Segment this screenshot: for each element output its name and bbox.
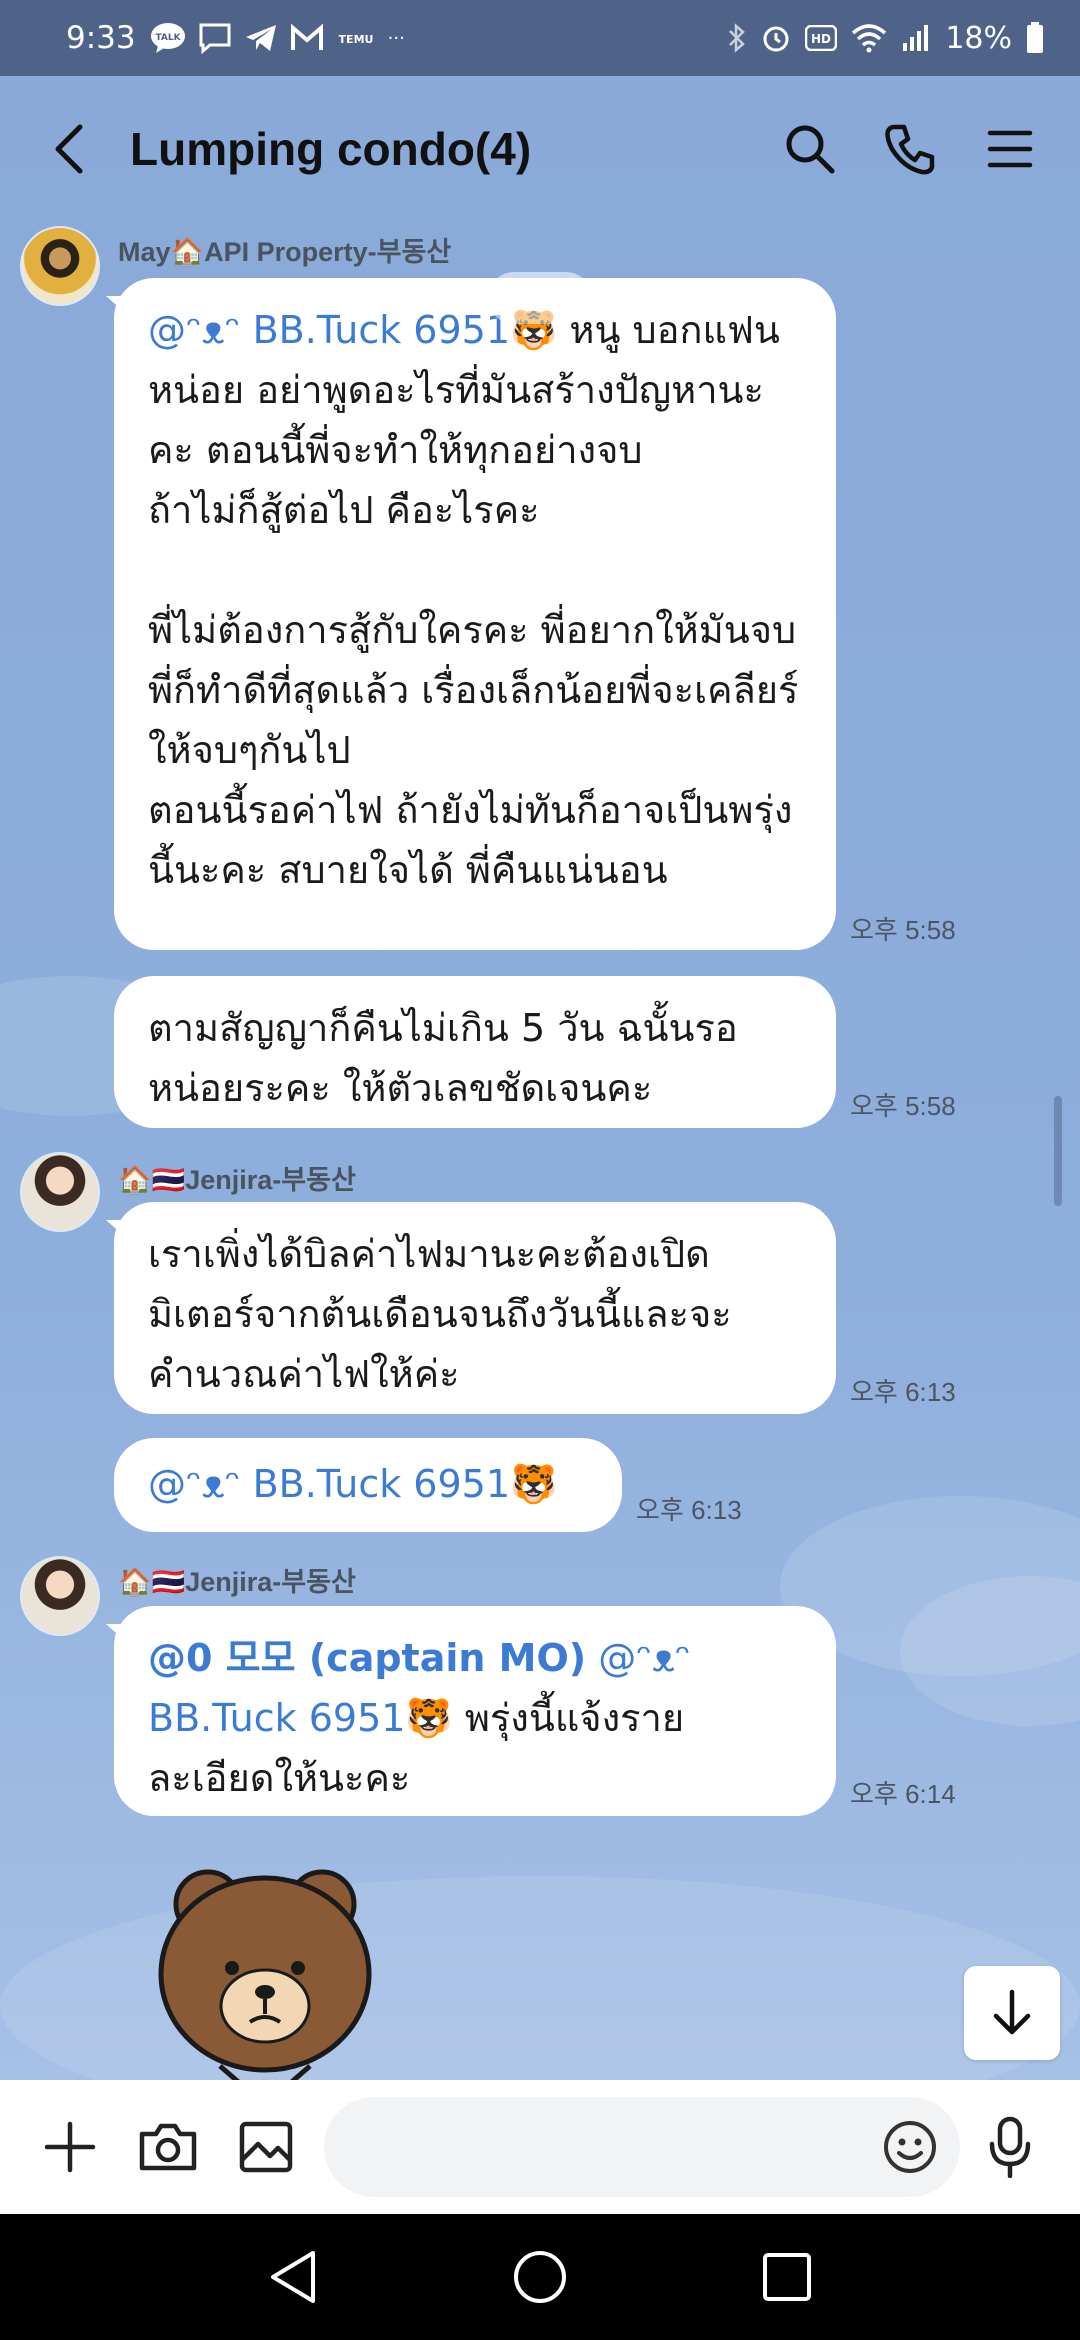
mention-captain-mo[interactable]: @0 모모 (captain MO) [148, 1636, 586, 1680]
microphone-icon [989, 2116, 1031, 2178]
avatar-jenjira[interactable] [20, 1152, 100, 1232]
telegram-icon [244, 23, 278, 53]
system-icons: HD 18% [727, 21, 1044, 56]
message-input[interactable] [324, 2097, 960, 2197]
phone-icon [885, 124, 935, 175]
message-icon [198, 22, 232, 54]
message-time: 오후 5:58 [850, 1091, 956, 1121]
message-input-bar [0, 2080, 1080, 2214]
voice-button[interactable] [970, 2107, 1050, 2187]
gmail-icon [290, 24, 324, 52]
sender-name: May🏠API Property-부동산 [118, 237, 452, 267]
chat-title: Lumping condo(4) [130, 123, 532, 175]
status-time: 9:33 [66, 20, 136, 56]
message-text: เราเพิ่งได้บิลค่าไฟมานะคะต้องเปิดมิเตอร์… [148, 1232, 732, 1396]
nav-recents-button[interactable] [747, 2237, 827, 2317]
message-input-wrapper [324, 2097, 960, 2197]
nav-home-button[interactable] [500, 2237, 580, 2317]
message-bubble[interactable]: @ᵔᴥᵔ BB.Tuck 6951🐯 หนู บอกแฟนหน่อย อย่าพ… [114, 278, 836, 950]
more-notifications-icon: ··· [387, 27, 405, 49]
notification-icons: TALK TEMU ··· [150, 22, 405, 54]
back-button[interactable] [40, 119, 100, 179]
back-arrow-icon [55, 124, 83, 174]
bluetooth-icon [727, 23, 747, 53]
talk-badge-text: TALK [155, 33, 181, 43]
gallery-button[interactable] [226, 2107, 306, 2187]
scrollbar[interactable] [1054, 1096, 1062, 1206]
menu-button[interactable] [980, 119, 1040, 179]
image-icon [239, 2121, 293, 2173]
search-button[interactable] [780, 119, 840, 179]
nav-back-icon [271, 2251, 316, 2303]
add-button[interactable] [30, 2107, 110, 2187]
message-bubble[interactable]: @0 모모 (captain MO) @ᵔᴥᵔ BB.Tuck 6951🐯 พร… [114, 1606, 836, 1816]
mention-bbtuck[interactable]: @ᵔᴥᵔ BB.Tuck 6951🐯 [148, 1462, 557, 1506]
sender-name: 🏠🇹🇭Jenjira-부동산 [118, 1567, 356, 1597]
temu-icon: TEMU [336, 23, 376, 53]
status-bar: 9:33 TALK TEMU ··· HD 18% [0, 0, 1080, 76]
message-text: ตามสัญญาก็คืนไม่เกิน 5 วัน ฉนั้นรอหน่อยร… [148, 1006, 738, 1110]
emoji-button[interactable] [880, 2117, 940, 2177]
brown-bear-sticker[interactable] [150, 1856, 380, 2080]
call-button[interactable] [880, 119, 940, 179]
message-time: 오후 6:13 [636, 1495, 742, 1525]
kakaotalk-icon: TALK [150, 22, 186, 54]
header-actions [780, 119, 1040, 179]
battery-icon [1026, 22, 1044, 54]
nav-recents-icon [762, 2253, 811, 2301]
search-icon [786, 125, 835, 174]
svg-text:HD: HD [811, 32, 831, 46]
emoji-icon [884, 2121, 936, 2173]
plus-icon [44, 2121, 96, 2173]
hd-voice-icon: HD [805, 25, 838, 51]
arrow-down-icon [993, 1989, 1031, 2035]
menu-icon [987, 130, 1033, 168]
nav-home-icon [513, 2251, 566, 2303]
temu-badge-text: TEMU [338, 33, 373, 46]
scroll-down-button[interactable] [964, 1966, 1060, 2060]
signal-icon [901, 23, 931, 53]
sender-name: 🏠🇹🇭Jenjira-부동산 [118, 1165, 356, 1195]
system-nav-bar [0, 2214, 1080, 2340]
alarm-icon [761, 23, 791, 53]
battery-percent: 18% [945, 20, 1012, 56]
nav-back-button[interactable] [253, 2237, 333, 2317]
message-time: 오후 6:14 [850, 1779, 956, 1809]
camera-icon [139, 2123, 197, 2171]
message-time: 오후 5:58 [850, 915, 956, 945]
date-chip: 어제 [488, 272, 592, 324]
message-bubble[interactable]: ตามสัญญาก็คืนไม่เกิน 5 วัน ฉนั้นรอหน่อยร… [114, 976, 836, 1128]
message-time: 오후 6:13 [850, 1377, 956, 1407]
avatar-may[interactable] [20, 226, 100, 306]
chat-header: Lumping condo(4) [0, 76, 1080, 222]
avatar-jenjira[interactable] [20, 1556, 100, 1636]
wifi-icon [851, 23, 887, 53]
camera-button[interactable] [128, 2107, 208, 2187]
message-text: หนู บอกแฟนหน่อย อย่าพูดอะไรที่มันสร้างปั… [148, 308, 799, 892]
message-bubble[interactable]: @ᵔᴥᵔ BB.Tuck 6951🐯 [114, 1438, 622, 1532]
message-bubble[interactable]: เราเพิ่งได้บิลค่าไฟมานะคะต้องเปิดมิเตอร์… [114, 1202, 836, 1414]
